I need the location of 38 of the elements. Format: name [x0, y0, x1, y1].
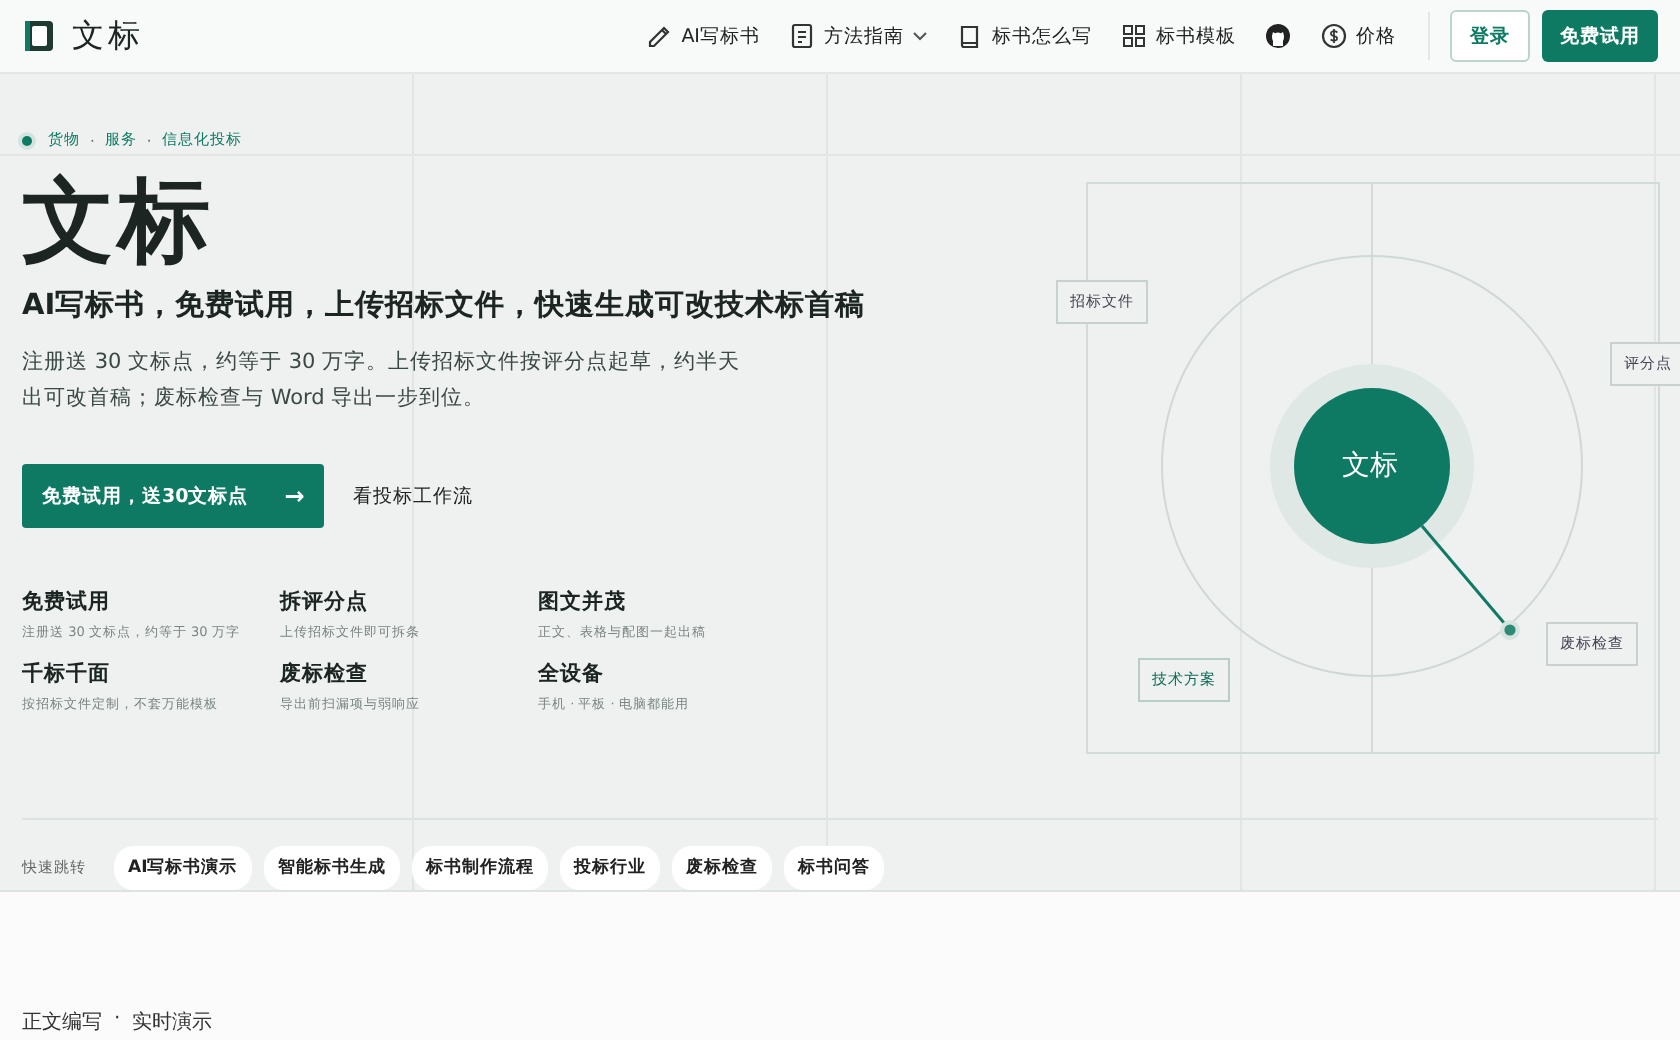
quick-link-chip[interactable]: 标书制作流程 [411, 846, 548, 890]
separator-dot: · [114, 1008, 121, 1034]
book-logo-icon [24, 20, 54, 52]
book-icon [956, 22, 984, 50]
quick-link-chip[interactable]: AI写标书演示 [114, 846, 252, 890]
free-trial-button[interactable]: 免费试用，送30文标点 → [22, 464, 325, 528]
quick-link-chip[interactable]: 标书问答 [783, 846, 884, 890]
free-trial-button[interactable]: 免费试用 [1542, 10, 1658, 62]
hero-description: 注册送 30 文标点，约等于 30 万字。上传招标文件按评分点起草，约半天出可改首稿；废标检查与 Word 导出一步到位。 [22, 348, 742, 414]
nav-link[interactable]: 价格 [1320, 22, 1396, 50]
login-button[interactable]: 登录 [1450, 10, 1530, 62]
feature-title: 图文并茂 [538, 588, 628, 616]
section-tag: 实时演示 [132, 1008, 213, 1036]
nav-link[interactable]: 方法指南 [788, 22, 928, 50]
quick-link-chip[interactable]: 投标行业 [559, 846, 660, 890]
quick-link-chip[interactable]: 废标检查 [671, 846, 772, 890]
hero-title: 文标 [22, 166, 216, 274]
grid-icon [1120, 22, 1148, 50]
brand-name[interactable]: 文标 [72, 15, 144, 57]
feature-title: 废标检查 [280, 660, 370, 688]
repository-link[interactable] [1264, 22, 1292, 50]
nav-link[interactable]: 标书怎么写 [956, 22, 1092, 50]
pencil-icon [645, 22, 674, 50]
document-icon [788, 22, 816, 50]
nav-link[interactable]: 标书模板 [1120, 22, 1236, 50]
feature-title: 拆评分点 [280, 588, 370, 616]
dollar-icon [1320, 22, 1348, 50]
feature-title: 千标千面 [22, 660, 112, 688]
quick-link-chip[interactable]: 智能标书生成 [263, 846, 400, 890]
round-logo-icon [1264, 22, 1292, 50]
section-tag: 正文编写 [22, 1008, 102, 1036]
workflow-link[interactable]: 看投标工作流 [352, 483, 473, 509]
hero-subtitle: AI写标书，免费试用，上传招标文件，快速生成可改技术标首稿 [22, 287, 868, 326]
feature-title: 全设备 [538, 660, 606, 688]
center-label: 文标 [1342, 448, 1398, 484]
status-dot-icon [22, 135, 32, 145]
nav-link[interactable]: AI写标书 [645, 22, 760, 50]
feature-title: 免费试用 [22, 588, 112, 616]
